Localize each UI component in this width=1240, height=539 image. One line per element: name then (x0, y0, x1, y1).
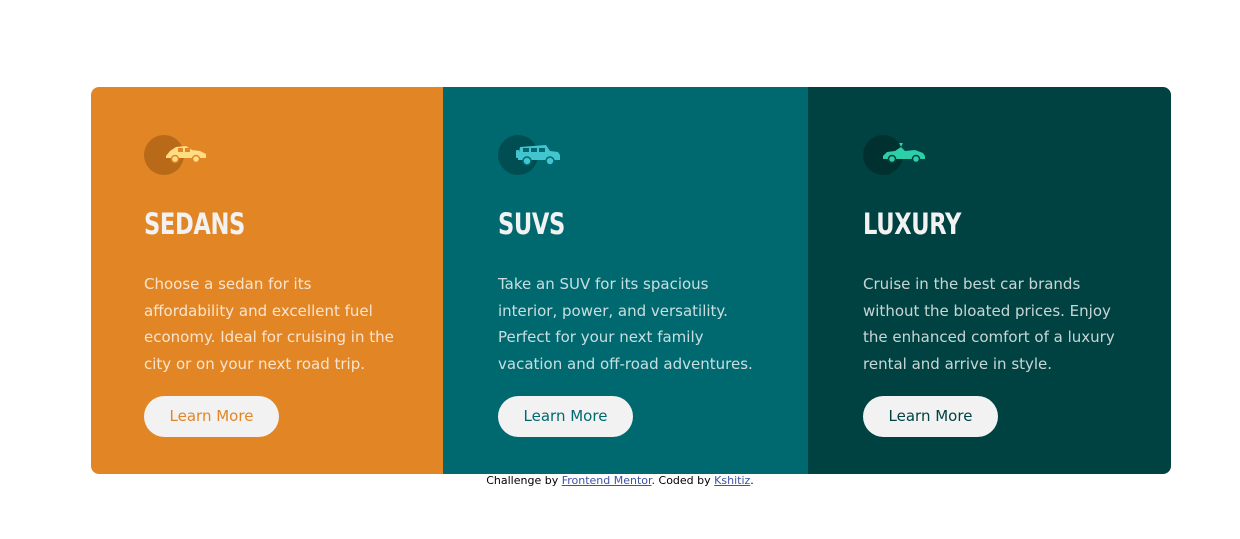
card-title: LUXURY (863, 207, 962, 241)
attribution-middle: . Coded by (651, 474, 715, 487)
learn-more-button-suvs[interactable]: Learn More (498, 396, 633, 437)
attribution-prefix: Challenge by (486, 474, 562, 487)
card-suvs: SUVS Take an SUV for its spacious interi… (443, 87, 808, 474)
card-description: Choose a sedan for its affordability and… (144, 275, 394, 373)
suv-car-icon (516, 145, 560, 166)
card-title: SEDANS (144, 207, 245, 241)
card-description: Take an SUV for its spacious interior, p… (498, 275, 753, 373)
author-link[interactable]: Kshitiz (714, 474, 750, 487)
luxury-icon-wrapper (863, 135, 935, 175)
attribution-suffix: . (750, 474, 754, 487)
frontend-mentor-link[interactable]: Frontend Mentor (562, 474, 652, 487)
luxury-car-icon (883, 143, 925, 164)
sedan-icon-wrapper (144, 135, 216, 175)
learn-more-button-sedans[interactable]: Learn More (144, 396, 279, 437)
learn-more-button-luxury[interactable]: Learn More (863, 396, 998, 437)
card-luxury: LUXURY Cruise in the best car brands wit… (808, 87, 1171, 474)
sedan-car-icon (166, 146, 206, 164)
suv-icon-wrapper (498, 135, 570, 175)
card-title: SUVS (498, 207, 565, 241)
card-group: SEDANS Choose a sedan for its affordabil… (91, 87, 1171, 474)
card-description: Cruise in the best car brands without th… (863, 275, 1115, 373)
attribution: Challenge by Frontend Mentor. Coded by K… (0, 474, 1240, 488)
card-sedans: SEDANS Choose a sedan for its affordabil… (91, 87, 443, 474)
